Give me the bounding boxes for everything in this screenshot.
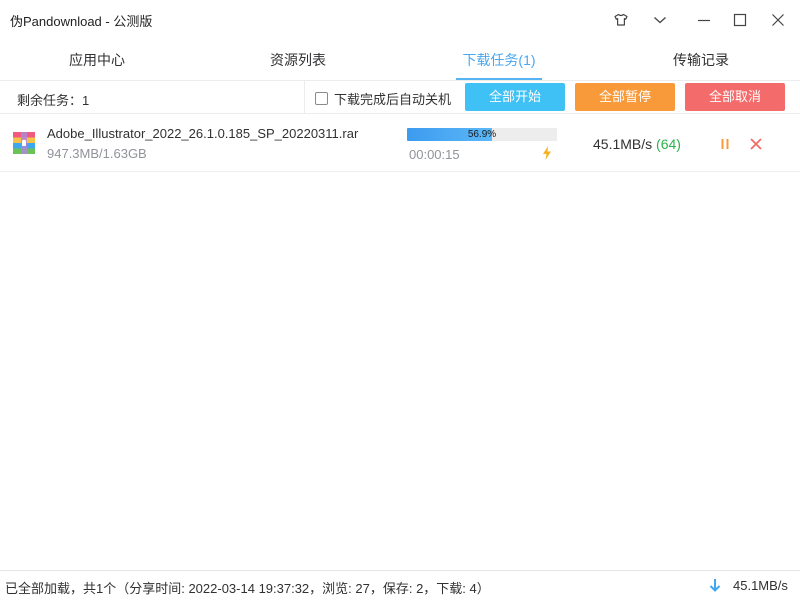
window-title: 伪Pandownload - 公测版 xyxy=(10,14,153,29)
file-name: Adobe_Illustrator_2022_26.1.0.185_SP_202… xyxy=(47,126,359,141)
total-speed: 45.1MB/s xyxy=(733,578,788,593)
lightning-icon xyxy=(543,146,551,160)
connection-count: (64) xyxy=(656,136,681,152)
toolbar-divider xyxy=(304,81,305,114)
chevron-down-icon[interactable] xyxy=(645,6,675,34)
tab-resource-list[interactable]: 资源列表 xyxy=(248,40,348,81)
auto-shutdown-option[interactable]: 下载完成后自动关机 xyxy=(315,89,451,108)
file-size: 947.3MB/1.63GB xyxy=(47,146,147,161)
cancel-icon[interactable] xyxy=(747,135,765,153)
download-arrow-icon xyxy=(709,579,721,592)
tab-app-center[interactable]: 应用中心 xyxy=(47,40,147,81)
start-all-button[interactable]: 全部开始 xyxy=(465,83,565,111)
close-icon[interactable] xyxy=(763,6,793,34)
tab-transfer-records[interactable]: 传输记录 xyxy=(651,40,751,81)
elapsed-time: 00:00:15 xyxy=(409,147,460,162)
shirt-icon[interactable] xyxy=(606,6,636,34)
download-row: Adobe_Illustrator_2022_26.1.0.185_SP_202… xyxy=(0,115,800,172)
speed-value: 45.1MB/s xyxy=(593,136,653,152)
auto-shutdown-label: 下载完成后自动关机 xyxy=(334,92,452,107)
pause-icon[interactable] xyxy=(716,135,734,153)
toolbar: 剩余任务：1 下载完成后自动关机 全部开始 全部暂停 全部取消 xyxy=(0,81,800,114)
cancel-all-button[interactable]: 全部取消 xyxy=(685,83,785,111)
progress-percent: 56.9% xyxy=(467,129,497,140)
progress-bar: 56.9% xyxy=(407,128,557,141)
maximize-icon[interactable] xyxy=(725,6,755,34)
tab-download-tasks[interactable]: 下载任务(1) xyxy=(449,40,549,81)
status-bar: 已全部加载，共1个（分享时间: 2022-03-14 19:37:32，浏览: … xyxy=(0,570,800,600)
title-bar: 伪Pandownload - 公测版 xyxy=(0,0,800,40)
pause-all-button[interactable]: 全部暂停 xyxy=(575,83,675,111)
minimize-icon[interactable] xyxy=(689,6,719,34)
download-speed: 45.1MB/s (64) xyxy=(593,136,681,152)
remaining-tasks: 剩余任务：1 xyxy=(17,93,90,108)
status-text: 已全部加载，共1个（分享时间: 2022-03-14 19:37:32，浏览: … xyxy=(5,581,490,596)
tab-bar: 应用中心 资源列表 下载任务(1) 传输记录 xyxy=(0,40,800,81)
archive-file-icon xyxy=(13,132,35,154)
active-tab-indicator xyxy=(456,78,542,80)
auto-shutdown-checkbox[interactable] xyxy=(315,92,328,105)
